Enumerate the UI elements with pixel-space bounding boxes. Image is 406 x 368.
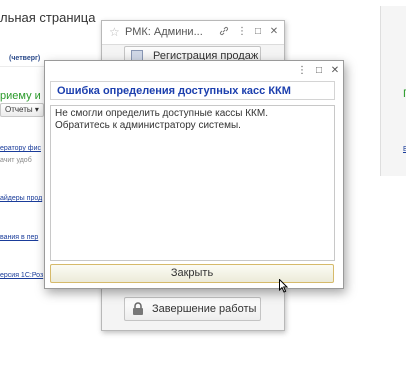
mouse-cursor-icon	[279, 278, 289, 293]
more-icon[interactable]: ⋮	[236, 26, 248, 37]
background-link-4[interactable]: ерсия 1С:Роз	[0, 272, 43, 279]
error-dialog: ⋮ □ ✕ Ошибка определения доступных касс …	[44, 60, 344, 289]
section-link-green[interactable]: риему и о	[0, 90, 50, 102]
maximize-icon[interactable]: □	[313, 65, 325, 76]
chevron-down-icon: ▾	[34, 105, 39, 114]
link-icon[interactable]	[218, 26, 230, 39]
star-icon[interactable]: ☆	[109, 25, 120, 39]
maximize-icon[interactable]: □	[252, 26, 264, 37]
background-link-1[interactable]: ератору фис	[0, 145, 41, 152]
error-message-line-2: Обратитесь к администратору системы.	[55, 120, 241, 131]
rmk-window-title: РМК: Админи...	[125, 26, 203, 38]
reports-dropdown-label: Отчеты	[5, 105, 33, 114]
error-message-line-1: Не смогли определить доступные кассы ККМ…	[55, 108, 268, 119]
lock-icon	[132, 302, 144, 316]
close-icon[interactable]: ✕	[268, 26, 280, 37]
more-icon[interactable]: ⋮	[296, 65, 308, 76]
page-title: льная страница	[0, 10, 96, 25]
background-note: ачит удоб	[0, 157, 32, 164]
error-heading: Ошибка определения доступных касс ККМ	[50, 81, 335, 100]
error-message-field[interactable]: Не смогли определить доступные кассы ККМ…	[50, 105, 335, 261]
close-button[interactable]: Закрыть	[50, 264, 334, 283]
divider	[0, 66, 44, 67]
shutdown-button[interactable]: Завершение работы	[124, 297, 261, 321]
weekday-label: (четверг)	[9, 55, 41, 62]
background-link-3[interactable]: вания в пер	[0, 234, 38, 241]
background-link-2[interactable]: айдеры прод	[0, 195, 42, 202]
shutdown-label: Завершение работы	[152, 303, 257, 315]
close-icon[interactable]: ✕	[329, 65, 341, 76]
reports-dropdown[interactable]: Отчеты ▾	[0, 103, 44, 117]
rmk-window-header: ☆ РМК: Админи... ⋮ □ ✕	[102, 21, 284, 45]
